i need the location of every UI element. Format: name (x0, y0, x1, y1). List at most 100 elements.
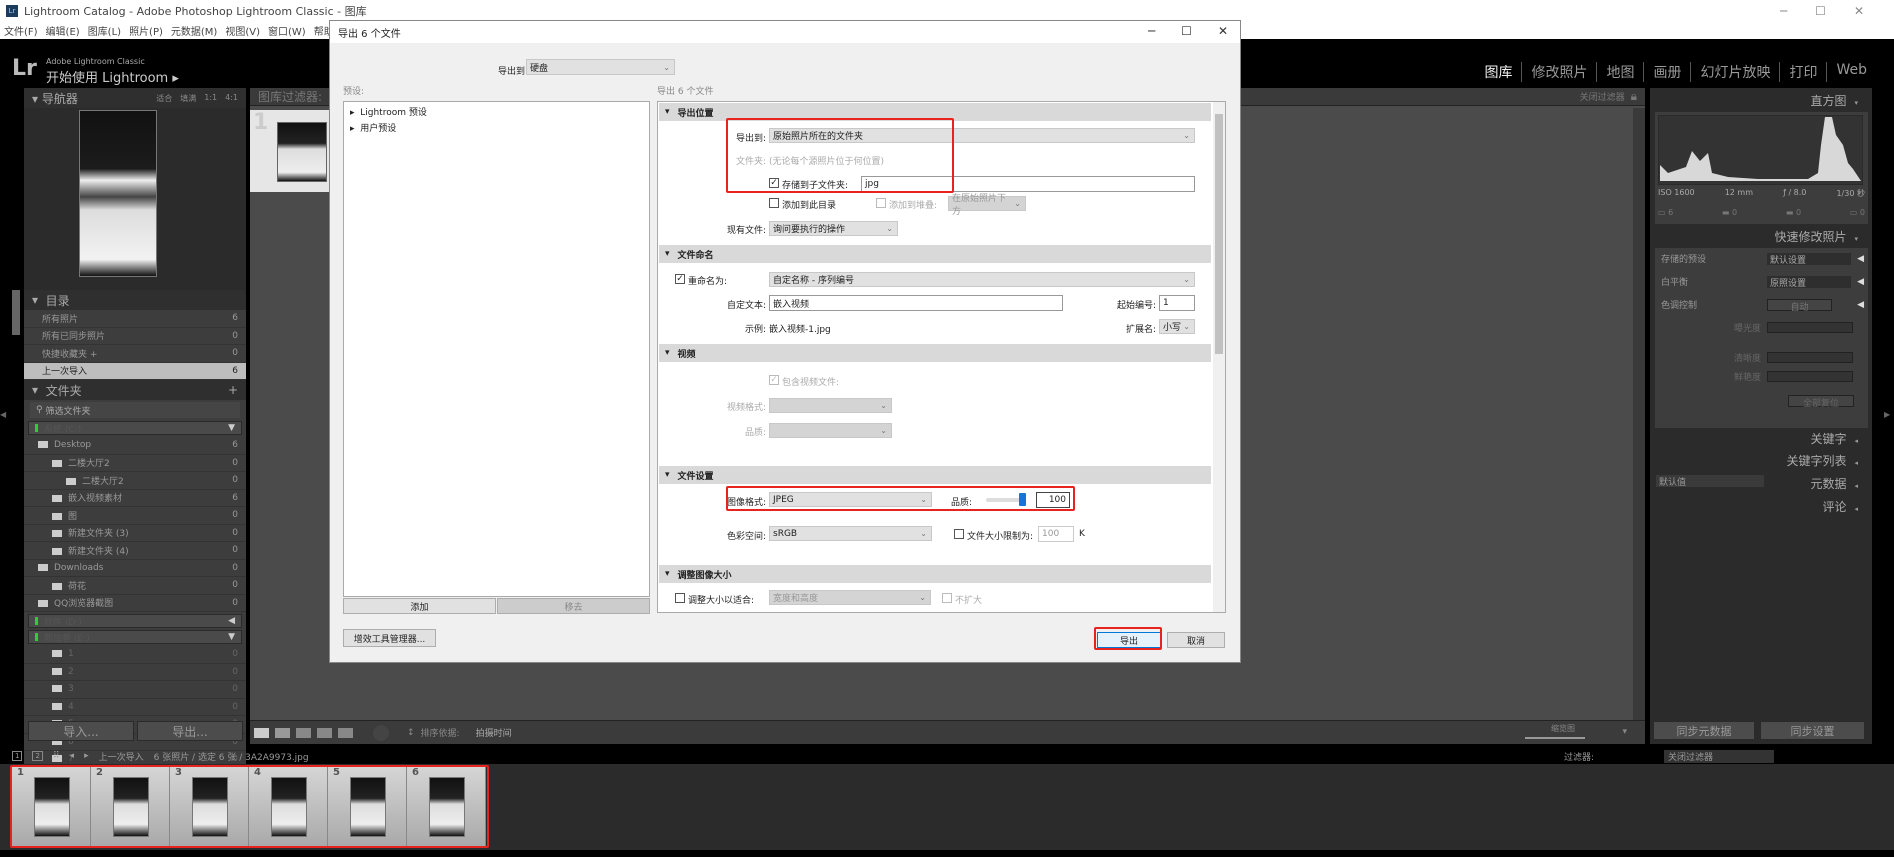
filmstrip-filter-select[interactable]: 关闭过滤器 (1664, 749, 1774, 763)
folder-item[interactable]: 嵌入视频素材 6 (24, 490, 246, 507)
catalog-item-all-photos[interactable]: 所有照片 6 (24, 310, 246, 328)
video-format-select[interactable]: ⌄ (769, 398, 892, 413)
module-book[interactable]: 画册 (1643, 62, 1690, 82)
folder-item[interactable]: QQ浏览器截图 0 (24, 595, 246, 612)
no-enlarge-checkbox[interactable] (942, 593, 952, 603)
histogram-chart[interactable] (1658, 115, 1863, 185)
navigator-header[interactable]: ▾ 导航器 适合 填满 1:1 4:1 (24, 88, 246, 108)
module-library[interactable]: 图库 (1475, 62, 1521, 82)
sync-metadata-button[interactable]: 同步元数据 (1653, 721, 1755, 740)
include-video-checkbox[interactable]: ✓ (769, 375, 779, 385)
thumbnail-size-slider[interactable] (1525, 737, 1585, 739)
catalog-item-synced[interactable]: 所有已同步照片 0 (24, 328, 246, 345)
menu-window[interactable]: 窗口(W) (268, 23, 306, 38)
auto-tone-button[interactable]: 自动 (1767, 298, 1832, 313)
section-file-naming[interactable]: ▾ 文件命名 (659, 245, 1211, 263)
folder-item[interactable]: 荷花 0 (24, 577, 246, 595)
forward-icon[interactable]: ▸ (84, 751, 89, 761)
filter-folders-input[interactable]: ⚲ 筛选文件夹 (30, 402, 240, 418)
preset-user[interactable]: ▸ 用户预设 (344, 121, 649, 134)
keyword-list-header[interactable]: 关键字列表 ◂ (1786, 452, 1858, 469)
dialog-minimize[interactable]: ─ (1148, 24, 1155, 38)
video-quality-select[interactable]: ⌄ (769, 423, 892, 438)
drive-d[interactable]: 软件 (D:) ◀ (28, 614, 242, 628)
comments-header[interactable]: 评论 ◂ (1822, 498, 1858, 515)
settings-scrollbar[interactable] (1213, 102, 1225, 612)
zoom-4-1[interactable]: 4:1 (225, 93, 238, 104)
grid-scrollbar[interactable] (1633, 108, 1645, 720)
filter-preset[interactable]: 关闭过滤器 (1580, 90, 1625, 103)
painter-icon[interactable] (373, 724, 389, 741)
survey-view-icon[interactable] (317, 727, 332, 738)
menu-file[interactable]: 文件(F) (4, 23, 38, 38)
section-image-sizing[interactable]: ▾ 调整图像大小 (659, 565, 1211, 583)
menu-view[interactable]: 视图(V) (225, 23, 260, 38)
add-preset-button[interactable]: 添加 (343, 598, 496, 614)
white-balance-select[interactable]: 原照设置 (1767, 275, 1851, 289)
collapse-left-icon[interactable]: ◀ (0, 410, 6, 419)
grid-icon[interactable]: ⠿ (53, 751, 60, 761)
left-scrollbar[interactable] (12, 290, 20, 335)
folder-item[interactable]: Downloads 0 (24, 560, 246, 577)
primary-window-icon[interactable]: 1 (12, 751, 23, 761)
module-develop[interactable]: 修改照片 (1521, 62, 1596, 82)
reset-all-button[interactable]: 全部复位 (1788, 395, 1854, 409)
folder-item[interactable]: 二楼大厅2 0 (24, 455, 246, 472)
menu-edit[interactable]: 编辑(E) (46, 23, 80, 38)
sort-select[interactable]: 拍摄时间 (476, 726, 512, 739)
quick-develop-header[interactable]: 快速修改照片 ▾ (1774, 228, 1858, 245)
clarity-buttons[interactable] (1767, 352, 1853, 363)
zoom-fill[interactable]: 填满 (180, 93, 196, 104)
dialog-cancel-button[interactable]: 取消 (1167, 632, 1225, 648)
filmstrip-info[interactable]: 6 张照片 / 选定 6 张 / 3A2A9973.jpg (154, 750, 309, 763)
preset-lightroom[interactable]: ▸ Lightroom 预设 (344, 102, 649, 121)
back-icon[interactable]: ◂ (70, 751, 75, 761)
folder-item[interactable]: 20 (24, 664, 246, 681)
start-number-input[interactable]: 1 (1159, 295, 1195, 311)
navigator-preview[interactable] (24, 108, 246, 290)
folder-item[interactable]: 图0 (24, 507, 246, 525)
resize-checkbox[interactable] (675, 593, 685, 603)
identity-headline[interactable]: 开始使用 Lightroom ▸ (46, 67, 179, 86)
limit-size-input[interactable]: 100 (1038, 526, 1074, 542)
metadata-header[interactable]: 元数据 ◂ (1810, 475, 1858, 492)
zoom-fit[interactable]: 适合 (156, 93, 172, 104)
export-button[interactable]: 导出... (137, 721, 243, 741)
folder-item[interactable]: 二楼大厅2 0 (24, 472, 246, 490)
resize-fit-select[interactable]: 宽度和高度 ⌄ (769, 590, 931, 605)
rename-template-select[interactable]: 自定名称 - 序列编号 ⌄ (769, 272, 1195, 287)
sync-settings-button[interactable]: 同步设置 (1760, 721, 1865, 740)
close-button[interactable]: ✕ (1854, 4, 1864, 18)
collapse-right-icon[interactable]: ▶ (1884, 410, 1890, 419)
extension-select[interactable]: 小写 ⌄ (1159, 319, 1195, 334)
drive-c[interactable]: 系统 (C:) ▼ (28, 421, 242, 435)
existing-files-select[interactable]: 询问要执行的操作 ⌄ (769, 221, 898, 236)
rename-checkbox[interactable]: ✓ (675, 274, 685, 284)
add-to-catalog-checkbox[interactable] (769, 198, 779, 208)
module-slideshow[interactable]: 幻灯片放映 (1690, 62, 1779, 82)
module-web[interactable]: Web (1826, 62, 1876, 82)
histogram-header[interactable]: 直方图 ▾ (1810, 92, 1858, 109)
compare-view-icon[interactable] (296, 727, 311, 738)
exposure-buttons[interactable] (1767, 322, 1853, 333)
folder-item[interactable]: 新建文件夹 (3) 0 (24, 525, 246, 542)
menu-photo[interactable]: 照片(P) (129, 23, 163, 38)
toolbar-menu-icon[interactable]: ▾ (1622, 727, 1627, 737)
limit-size-checkbox[interactable] (954, 529, 964, 539)
saved-preset-select[interactable]: 默认设置 (1767, 252, 1851, 266)
loupe-view-icon[interactable] (275, 727, 290, 738)
grid-view-icon[interactable] (254, 727, 269, 738)
lock-icon[interactable]: 🔒︎ (1631, 89, 1637, 104)
folder-item[interactable]: 新建文件夹 (4) 0 (24, 542, 246, 560)
catalog-item-previous-import[interactable]: 上一次导入 6 (24, 362, 246, 380)
maximize-button[interactable]: ☐ (1815, 4, 1826, 18)
menu-library[interactable]: 图库(L) (88, 23, 121, 38)
menu-metadata[interactable]: 元数据(M) (171, 23, 217, 38)
catalog-header[interactable]: ▾ 目录 (24, 290, 246, 310)
minimize-button[interactable]: ─ (1780, 4, 1787, 18)
filmstrip-source[interactable]: 上一次导入 (99, 750, 144, 763)
colorspace-select[interactable]: sRGB ⌄ (769, 526, 932, 541)
import-button[interactable]: 导入... (28, 721, 134, 741)
keywording-header[interactable]: 关键字 ◂ (1810, 430, 1858, 447)
remove-preset-button[interactable]: 移去 (497, 598, 650, 614)
